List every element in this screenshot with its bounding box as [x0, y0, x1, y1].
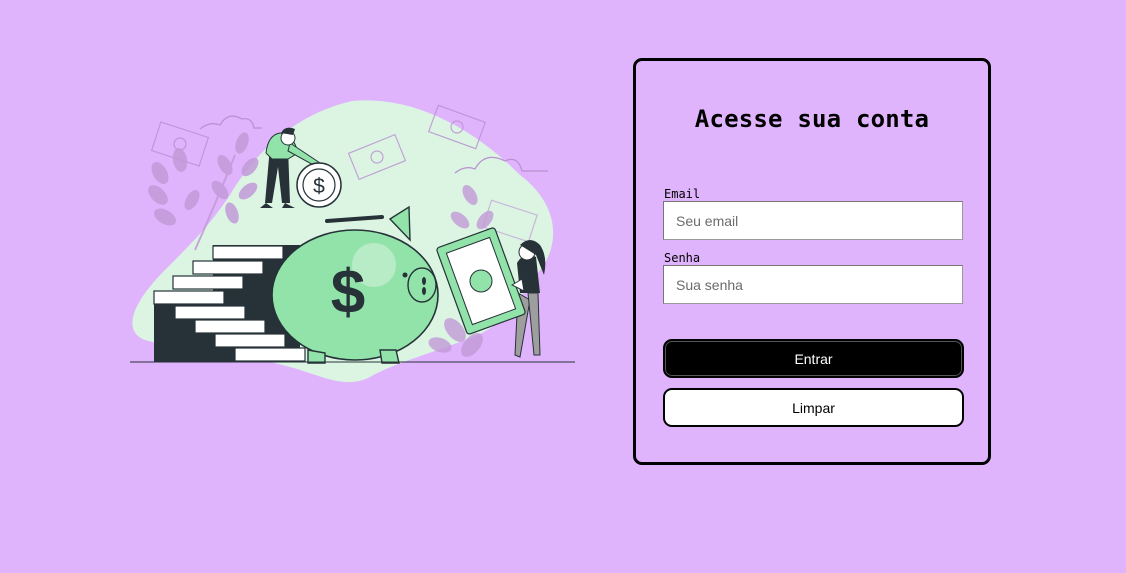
login-card: Acesse sua conta Email Senha Entrar Limp… [633, 58, 991, 465]
password-label: Senha [664, 251, 701, 265]
dollar-coin-icon: $ [296, 162, 342, 208]
email-input[interactable] [663, 201, 963, 240]
svg-text:$: $ [331, 258, 365, 327]
email-label: Email [664, 187, 701, 201]
piggy-bank-savings-illustration: $ $ [130, 100, 575, 383]
password-input[interactable] [663, 265, 963, 304]
login-title: Acesse sua conta [694, 105, 930, 133]
clear-button[interactable]: Limpar [663, 388, 964, 427]
cloud-left [199, 115, 262, 130]
login-button[interactable]: Entrar [663, 339, 964, 378]
svg-text:$: $ [313, 175, 325, 198]
